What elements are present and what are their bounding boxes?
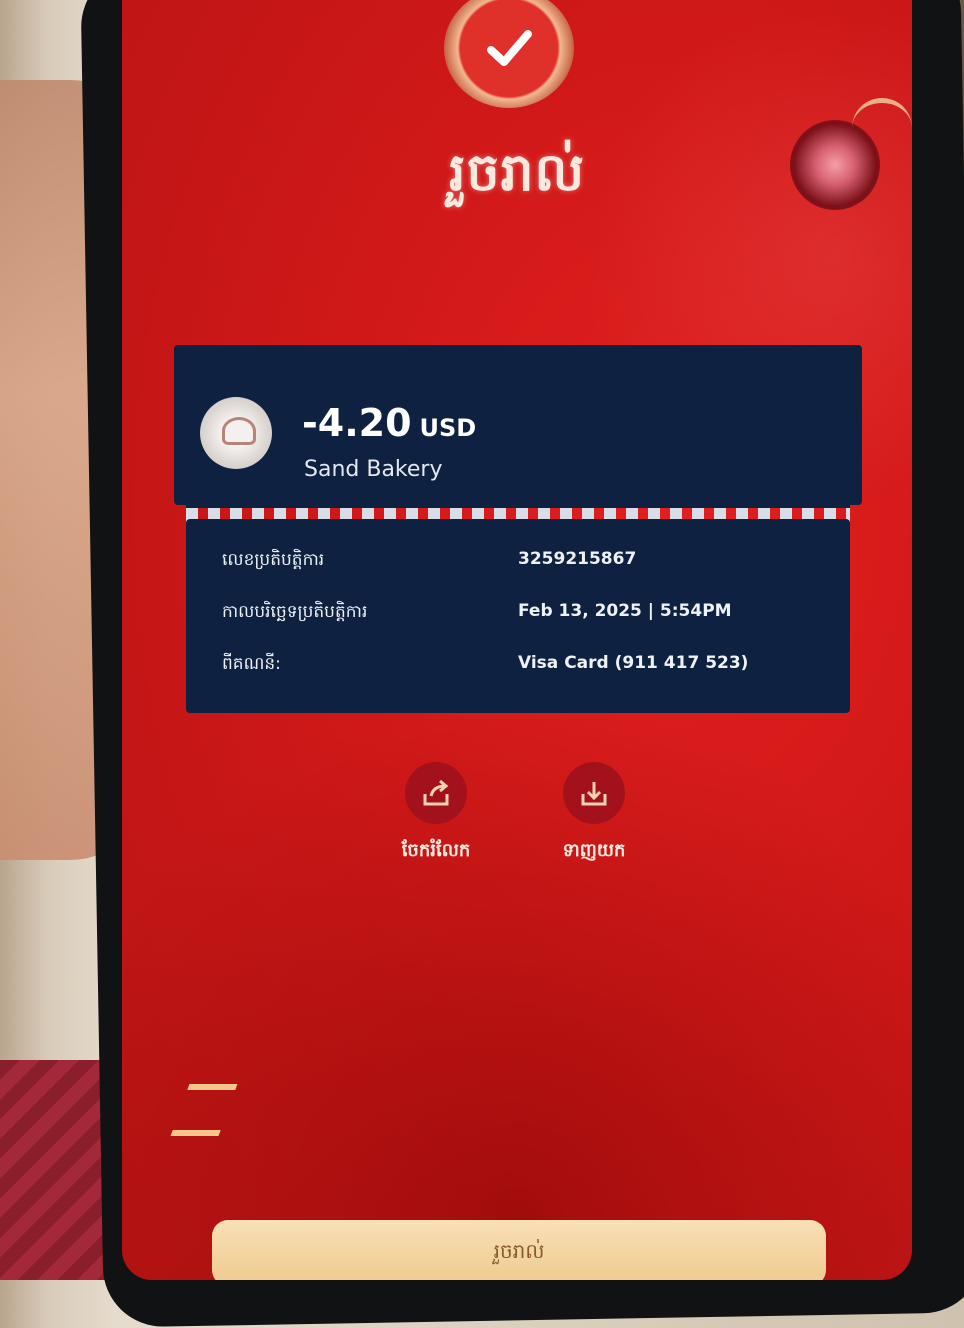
merchant-name: Sand Bakery [304,457,443,482]
detail-label: ពីគណនី: [222,654,281,674]
detail-row-date: កាលបរិច្ឆេទប្រតិបត្តិការ Feb 13, 2025 | … [222,601,832,631]
detail-value: Visa Card (911 417 523) [518,653,749,673]
detail-label: កាលបរិច្ឆេទប្រតិបត្តិការ [222,602,368,622]
share-icon-circle[interactable] [405,762,467,824]
decorative-gold-mark [170,1084,238,1136]
receipt-card: -4.20 USD Sand Bakery លេខប្រតិបត្តិការ 32… [174,345,862,713]
save-label: ទាញយក [562,840,626,861]
receipt-header: -4.20 USD Sand Bakery [174,345,862,505]
merchant-logo [200,397,272,469]
amount-currency: USD [419,414,477,442]
detail-value: Feb 13, 2025 | 5:54PM [518,601,732,621]
share-label: ចែករំលែក [401,840,471,861]
detail-value: 3259215867 [518,549,637,569]
save-button[interactable]: ទាញយក [534,762,654,865]
receipt-details: លេខប្រតិបត្តិការ 3259215867 កាលបរិច្ឆេទប… [186,519,850,713]
transaction-amount: -4.20 USD [302,401,476,445]
decorative-ribbon [852,98,912,143]
amount-value: -4.20 [302,401,412,445]
download-icon [581,782,607,806]
share-icon [423,779,449,806]
page-title: រួចរាល់ [448,143,586,203]
detail-row-transaction-id: លេខប្រតិបត្តិការ 3259215867 [222,549,832,579]
detail-label: លេខប្រតិបត្តិការ [222,550,325,570]
app-screen: រួចរាល់ -4.20 USD Sand Bakery លេខប្រតិបត្… [122,0,912,1280]
done-button[interactable]: រួចរាល់ [212,1220,826,1280]
detail-row-account: ពីគណនី: Visa Card (911 417 523) [222,653,832,683]
checkmark-icon [487,30,532,66]
share-button[interactable]: ចែករំលែក [376,762,496,865]
success-badge [444,0,574,108]
download-icon-circle[interactable] [563,762,625,824]
